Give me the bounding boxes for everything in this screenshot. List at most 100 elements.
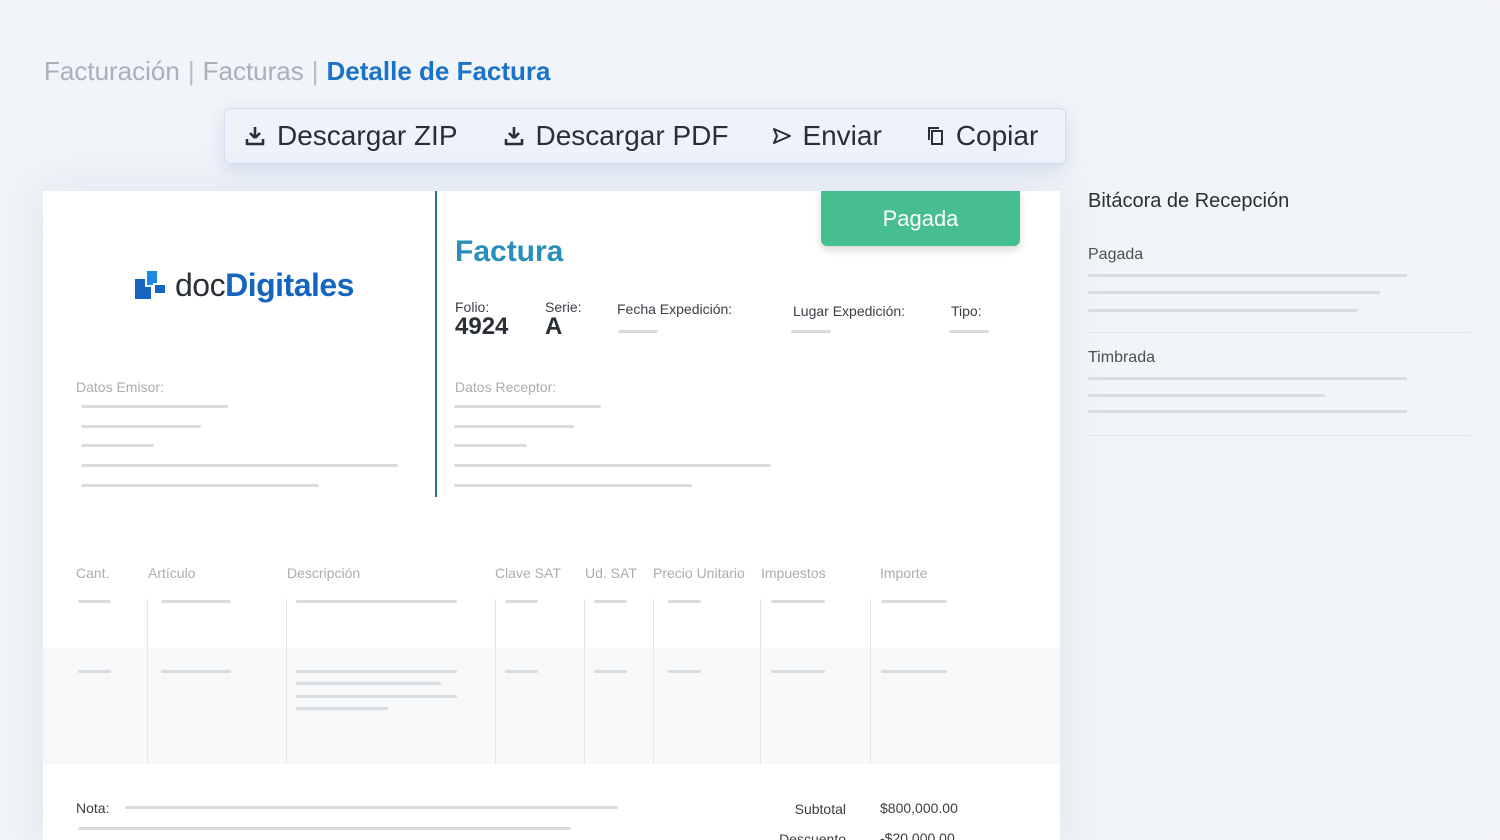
log-separator bbox=[1088, 332, 1470, 333]
app-frame: Facturación | Facturas | Detalle de Fact… bbox=[0, 0, 1500, 840]
breadcrumb-separator: | bbox=[187, 56, 195, 86]
cell-placeholder bbox=[668, 670, 701, 673]
logo-text-doc: doc bbox=[175, 267, 226, 303]
column-divider bbox=[584, 599, 585, 764]
log-entry-status: Pagada bbox=[1088, 246, 1144, 263]
cell-placeholder bbox=[296, 670, 457, 673]
invoice-sheet: docDigitales Pagada Factura Folio: 4924 … bbox=[43, 191, 1060, 840]
receptor-line bbox=[454, 444, 527, 447]
cell-placeholder bbox=[296, 695, 457, 698]
log-entry-status: Timbrada bbox=[1088, 349, 1155, 366]
cell-placeholder bbox=[594, 670, 627, 673]
send-button[interactable]: Enviar bbox=[772, 120, 882, 152]
send-icon bbox=[773, 128, 792, 144]
breadcrumb-facturas[interactable]: Facturas bbox=[203, 56, 304, 87]
download-pdf-button[interactable]: Descargar PDF bbox=[502, 120, 729, 152]
company-logo: docDigitales bbox=[135, 267, 354, 304]
emisor-line bbox=[81, 484, 319, 487]
nota-line bbox=[78, 827, 571, 830]
action-toolbar: Descargar ZIP Descargar PDF Enviar Copia… bbox=[224, 108, 1066, 164]
cell-placeholder bbox=[296, 707, 388, 710]
docdigitales-logo-icon bbox=[135, 268, 167, 303]
breadcrumb-current: Detalle de Factura bbox=[326, 56, 551, 86]
copy-icon bbox=[927, 127, 943, 145]
cell-placeholder bbox=[161, 670, 231, 673]
cell-placeholder bbox=[296, 682, 441, 685]
column-divider bbox=[286, 599, 287, 764]
download-icon bbox=[504, 127, 523, 146]
cell-placeholder bbox=[296, 600, 457, 603]
breadcrumb: Facturación | Facturas | Detalle de Fact… bbox=[44, 56, 551, 87]
cell-placeholder bbox=[771, 600, 825, 603]
breadcrumb-facturacion[interactable]: Facturación bbox=[44, 56, 180, 87]
column-divider bbox=[495, 599, 496, 764]
cell-placeholder bbox=[505, 670, 538, 673]
folio-value: 4924 bbox=[455, 313, 509, 340]
descuento-value: -$20,000.00 bbox=[880, 830, 955, 840]
emisor-line bbox=[81, 444, 154, 447]
fecha-placeholder bbox=[618, 330, 658, 333]
log-panel-title: Bitácora de Recepción bbox=[1088, 190, 1290, 212]
log-entry-line bbox=[1088, 309, 1358, 312]
copy-button[interactable]: Copiar bbox=[926, 120, 1038, 152]
receptor-line bbox=[454, 425, 574, 428]
subtotal-value: $800,000.00 bbox=[880, 800, 958, 816]
emisor-label: Datos Emisor: bbox=[76, 379, 164, 395]
log-entry-line bbox=[1088, 410, 1407, 413]
cell-placeholder bbox=[161, 600, 231, 603]
cell-placeholder bbox=[771, 670, 825, 673]
column-divider bbox=[870, 599, 871, 764]
emisor-line bbox=[81, 464, 398, 467]
copy-label: Copiar bbox=[955, 120, 1039, 151]
cell-placeholder bbox=[505, 600, 538, 603]
cell-placeholder bbox=[881, 670, 947, 673]
tipo-label: Tipo: bbox=[951, 303, 982, 319]
tipo-placeholder bbox=[949, 330, 989, 333]
subtotal-label: Subtotal bbox=[794, 801, 846, 817]
cell-placeholder bbox=[594, 600, 627, 603]
document-title: Factura bbox=[455, 235, 564, 268]
receptor-line bbox=[454, 405, 601, 408]
column-header-descripcion: Descripción bbox=[287, 565, 361, 581]
emisor-line bbox=[81, 405, 228, 408]
cell-placeholder bbox=[78, 670, 111, 673]
lugar-placeholder bbox=[791, 330, 831, 333]
fecha-expedicion-label: Fecha Expedición: bbox=[617, 301, 733, 317]
receptor-line bbox=[454, 484, 692, 487]
cell-placeholder bbox=[881, 600, 947, 603]
log-separator bbox=[1088, 435, 1470, 436]
receptor-line bbox=[454, 464, 771, 467]
download-pdf-label: Descargar PDF bbox=[535, 120, 729, 151]
column-header-clave-sat: Clave SAT bbox=[495, 565, 561, 581]
log-entry-line bbox=[1088, 291, 1380, 294]
logo-text-brand: Digitales bbox=[225, 267, 354, 303]
column-header-articulo: Artículo bbox=[148, 565, 196, 581]
log-entry-line bbox=[1088, 274, 1407, 277]
header-divider bbox=[435, 191, 437, 497]
column-header-cant: Cant. bbox=[76, 565, 110, 581]
status-badge: Pagada bbox=[821, 191, 1020, 246]
breadcrumb-separator: | bbox=[311, 56, 319, 86]
column-divider bbox=[653, 599, 654, 764]
serie-value: A bbox=[545, 313, 563, 340]
log-entry-line bbox=[1088, 394, 1325, 397]
cell-placeholder bbox=[78, 600, 111, 603]
send-label: Enviar bbox=[802, 120, 882, 151]
table-row bbox=[43, 648, 1060, 764]
download-icon bbox=[245, 127, 265, 146]
lugar-expedicion-label: Lugar Expedición: bbox=[793, 303, 906, 319]
column-divider bbox=[760, 599, 761, 764]
nota-line bbox=[125, 806, 618, 809]
column-header-impuestos: Impuestos bbox=[761, 565, 826, 581]
download-zip-button[interactable]: Descargar ZIP bbox=[243, 120, 458, 152]
column-divider bbox=[147, 599, 148, 764]
column-header-ud-sat: Ud. SAT bbox=[585, 565, 637, 581]
log-entry-line bbox=[1088, 377, 1407, 380]
receptor-label: Datos Receptor: bbox=[455, 379, 557, 395]
download-zip-label: Descargar ZIP bbox=[277, 120, 458, 151]
cell-placeholder bbox=[668, 600, 701, 603]
column-header-importe: Importe bbox=[880, 565, 928, 581]
descuento-label: Descuento bbox=[779, 831, 846, 840]
emisor-line bbox=[81, 425, 201, 428]
column-header-precio-unitario: Precio Unitario bbox=[653, 565, 745, 581]
